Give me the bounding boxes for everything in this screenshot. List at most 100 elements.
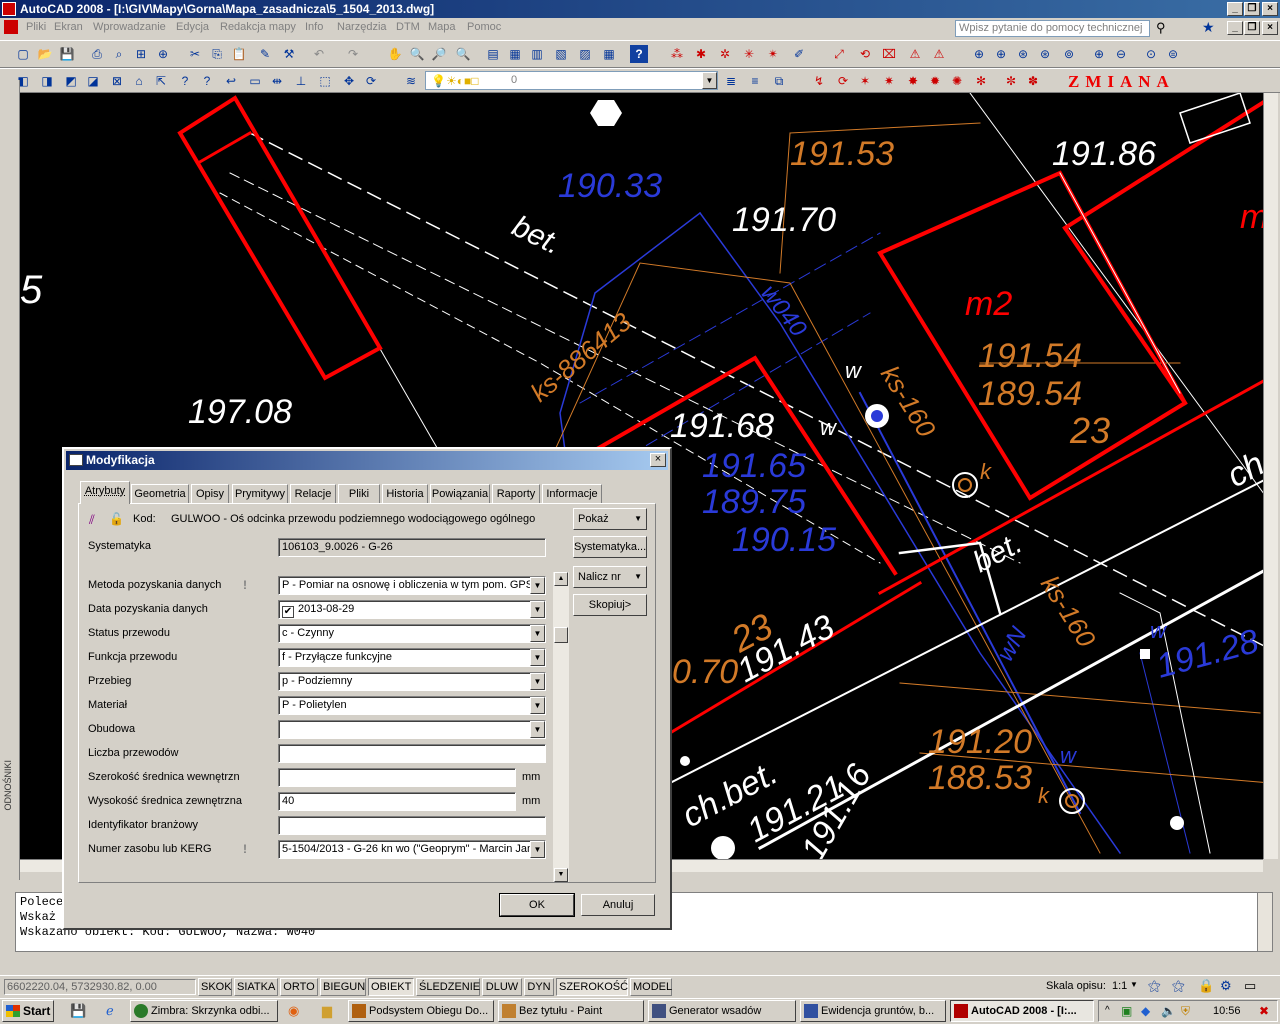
open-file-icon[interactable]: 📂 — [36, 45, 54, 63]
chevron-down-icon[interactable]: ▼ — [530, 673, 545, 690]
cancel-button[interactable]: Anuluj — [581, 894, 655, 916]
zoom-extents-icon[interactable]: ⊜ — [1164, 45, 1182, 63]
chevron-down-icon[interactable]: ▼ — [530, 577, 545, 594]
identyfikator-input[interactable] — [278, 816, 546, 835]
refresh-icon[interactable]: ⟳ — [362, 72, 380, 90]
map-tool-14-icon[interactable]: ✷ — [880, 72, 898, 90]
minimize-button[interactable]: _ — [1227, 2, 1243, 16]
tool-palettes-icon[interactable]: ▥ — [528, 45, 546, 63]
ortho-toggle[interactable]: ORTO — [280, 978, 318, 996]
date-checkbox[interactable]: ✔ — [282, 606, 294, 618]
chevron-down-icon[interactable]: ▼ — [530, 697, 545, 714]
map-tool-1-icon[interactable]: ⁂ — [668, 45, 686, 63]
taskbar-item-active[interactable]: AutoCAD 2008 - [I:... — [950, 1000, 1094, 1022]
przebieg-select[interactable]: p - Podziemny ▼ — [278, 672, 546, 691]
map-tool-12-icon[interactable]: ⟳ — [834, 72, 852, 90]
zoom-in-icon[interactable]: ⊕ — [1090, 45, 1108, 63]
stretch-icon[interactable]: ⇹ — [268, 72, 286, 90]
help-search-input[interactable]: Wpisz pytanie do pomocy technicznej — [955, 20, 1150, 37]
query-icon[interactable]: ? — [198, 72, 216, 90]
close-button[interactable]: × — [1262, 2, 1278, 16]
firefox-icon[interactable]: ◉ — [288, 1003, 299, 1019]
tray-app-icon[interactable]: ◆ — [1141, 1001, 1150, 1021]
start-button[interactable]: Start — [2, 1000, 54, 1022]
zoom-out-icon[interactable]: ⊖ — [1112, 45, 1130, 63]
zoom-in-3-icon[interactable]: ⊛ — [1014, 45, 1032, 63]
chevron-down-icon[interactable]: ▼ — [530, 721, 545, 738]
tab-powiazania[interactable]: Powiązania — [430, 484, 490, 504]
map-tool-4-icon[interactable]: ✳ — [740, 45, 758, 63]
map-tool-20-icon[interactable]: ✽ — [1024, 72, 1042, 90]
rectangle-icon[interactable]: ▭ — [246, 72, 264, 90]
map-tool-11-icon[interactable]: ↯ — [810, 72, 828, 90]
copy-icon[interactable]: ⎘ — [208, 45, 226, 63]
lineweight-toggle[interactable]: SZEROKOŚĆ — [556, 978, 628, 996]
map-tool-2-icon[interactable]: ✱ — [692, 45, 710, 63]
scroll-down-icon[interactable]: ▼ — [554, 868, 568, 882]
distance-icon[interactable]: ⇱ — [152, 72, 170, 90]
menu-pomoc[interactable]: Pomoc — [467, 21, 501, 33]
numer-zasobu-select[interactable]: 5-1504/2013 - G-26 kn wo ("Geoprym" - Ma… — [278, 840, 546, 859]
doc-restore-button[interactable]: ❐ — [1244, 21, 1260, 35]
nalicz-nr-button[interactable]: Nalicz nr ▼ — [573, 566, 647, 588]
pan-icon[interactable]: ✋ — [386, 45, 404, 63]
properties-icon[interactable]: ▤ — [484, 45, 502, 63]
map-tool-9-icon[interactable]: ⚠ — [906, 45, 924, 63]
data-pozyskania-picker[interactable]: ✔ 2013-08-29 ▼ — [278, 600, 546, 619]
command-scrollbar[interactable] — [1257, 893, 1272, 951]
attributes-scrollbar[interactable]: ▲ ▼ — [553, 572, 569, 882]
menu-redakcja-mapy[interactable]: Redakcja mapy — [220, 21, 296, 33]
doc-minimize-button[interactable]: _ — [1227, 21, 1243, 35]
map-tool-3-icon[interactable]: ✲ — [716, 45, 734, 63]
move-icon[interactable]: ✥ — [340, 72, 358, 90]
scroll-up-icon[interactable]: ▲ — [554, 572, 568, 586]
brush-icon[interactable]: ✎ — [256, 45, 274, 63]
vertical-scrollbar[interactable] — [1263, 93, 1278, 859]
lock-icon[interactable]: 🔒 — [1198, 978, 1214, 994]
quick-launch-ie-icon[interactable]: ℯ — [106, 1003, 114, 1019]
osnap-toggle[interactable]: OBIEKT — [368, 978, 414, 996]
taskbar-item[interactable]: Podsystem Obiegu Do... — [348, 1000, 494, 1022]
taskbar-item[interactable]: Generator wsadów — [648, 1000, 796, 1022]
map-tool-16-icon[interactable]: ✹ — [926, 72, 944, 90]
doc-close-button[interactable]: × — [1262, 21, 1278, 35]
chevron-down-icon[interactable]: ▼ — [530, 601, 545, 618]
scale-value[interactable]: 1:1 — [1112, 980, 1127, 992]
menu-edycja[interactable]: Edycja — [176, 21, 209, 33]
zoom-in-4-icon[interactable]: ⊛ — [1036, 45, 1054, 63]
annotation-visibility-icon[interactable]: ⚝ — [1148, 978, 1161, 994]
layer-previous-icon[interactable]: ⧉ — [770, 72, 788, 90]
zoom-window-icon[interactable]: 🔎 — [430, 45, 448, 63]
zoom-realtime-icon[interactable]: 🔍 — [408, 45, 426, 63]
zoom-all-icon[interactable]: ⊙ — [1142, 45, 1160, 63]
draw-order-4-icon[interactable]: ◪ — [84, 72, 102, 90]
tab-informacje[interactable]: Informacje — [542, 484, 602, 504]
layer-dropdown[interactable]: 💡☀◐■□ 0 ▼ — [425, 71, 718, 90]
cut-icon[interactable]: ✂ — [186, 45, 204, 63]
zoom-in-2-icon[interactable]: ⊕ — [992, 45, 1010, 63]
srednica-wewnetrzna-input[interactable] — [278, 768, 516, 787]
window-title-bar[interactable]: AutoCAD 2008 - [I:\GIV\Mapy\Gorna\Mapa_z… — [0, 0, 1280, 18]
menu-wprowadzanie[interactable]: Wprowadzanie — [93, 21, 166, 33]
map-tool-7-icon[interactable]: ⟲ — [856, 45, 874, 63]
chevron-down-icon[interactable]: ▼ — [530, 625, 545, 642]
tab-historia[interactable]: Historia — [382, 484, 428, 504]
hatch-icon[interactable]: ⊠ — [108, 72, 126, 90]
skopiuj-button[interactable]: Skopiuj> — [573, 594, 647, 616]
paste-icon[interactable]: 📋 — [230, 45, 248, 63]
ok-button[interactable]: OK — [499, 893, 575, 917]
tray-shield-icon[interactable]: ⛨ — [1181, 1001, 1190, 1021]
select-window-icon[interactable]: ⬚ — [316, 72, 334, 90]
undo-icon[interactable]: ↶ — [310, 45, 328, 63]
map-tool-10-icon[interactable]: ⚠ — [930, 45, 948, 63]
dyn-toggle[interactable]: DYN — [524, 978, 554, 996]
chevron-down-icon[interactable]: ▼ — [530, 649, 545, 666]
tab-pliki[interactable]: Pliki — [338, 484, 380, 504]
calculator-icon[interactable]: ▦ — [600, 45, 618, 63]
return-icon[interactable]: ↩ — [222, 72, 240, 90]
menu-pliki[interactable]: Pliki — [26, 21, 46, 33]
menu-mapa[interactable]: Mapa — [428, 21, 456, 33]
measure-icon[interactable]: ⌂ — [130, 72, 148, 90]
tray-settings-icon[interactable]: ⚙ — [1220, 978, 1232, 994]
zoom-in-5-icon[interactable]: ⊚ — [1060, 45, 1078, 63]
